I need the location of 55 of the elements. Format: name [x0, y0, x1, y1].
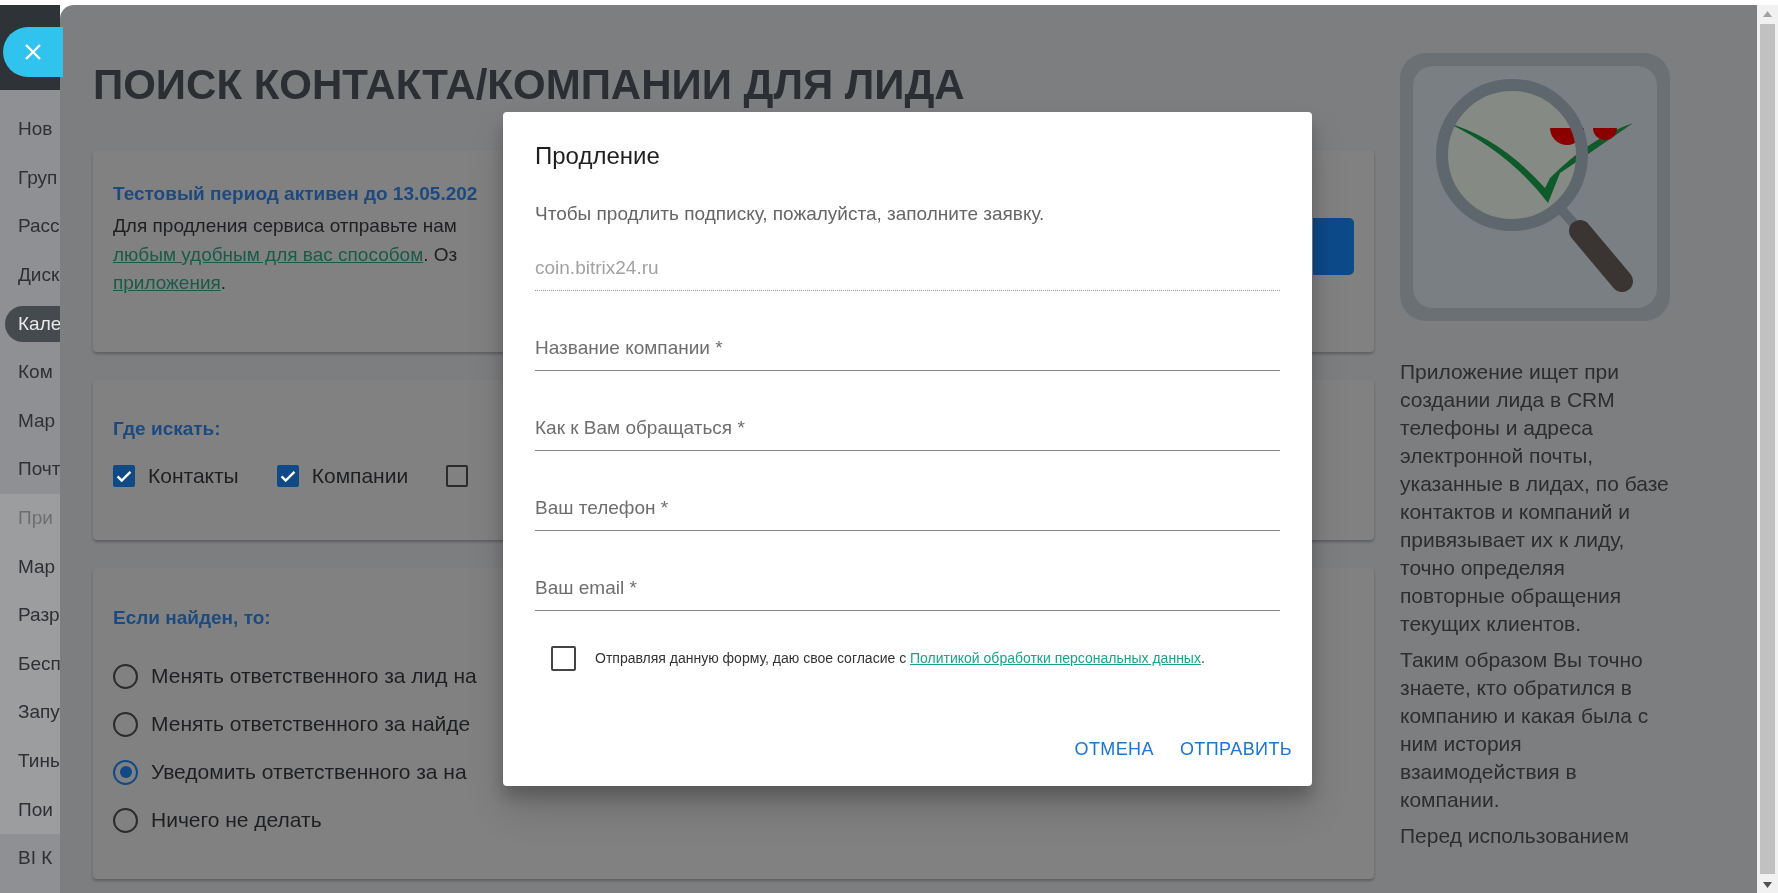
close-icon: [24, 43, 42, 61]
sidebar-item[interactable]: Кале: [5, 305, 60, 342]
page-title: ПОИСК КОНТАКТА/КОМПАНИИ ДЛЯ ЛИДА: [93, 60, 966, 110]
radio-button[interactable]: [113, 759, 138, 785]
sidebar-item[interactable]: Почт: [18, 458, 60, 481]
sidebar-item[interactable]: Диск: [18, 264, 60, 287]
sidebar-item[interactable]: Ком: [18, 361, 53, 384]
checkbox[interactable]: [446, 465, 469, 487]
close-button[interactable]: [3, 27, 63, 77]
sidebar-item[interactable]: Тинь: [18, 750, 60, 772]
checkbox-label: Контакты: [148, 464, 239, 488]
radio-label: Ничего не делать: [151, 808, 322, 832]
radio-label: Уведомить ответственного за на: [151, 760, 467, 784]
description-text: Перед использованием: [1400, 823, 1630, 849]
checkbox[interactable]: [276, 465, 299, 487]
checkbox-label: Компании: [311, 464, 409, 488]
notice-text: Для продления сервиса отправьте нам: [113, 214, 458, 238]
link[interactable]: приложения: [113, 272, 221, 293]
checkbox[interactable]: [113, 465, 135, 487]
sidebar-item[interactable]: Мар: [18, 409, 56, 432]
checkbox[interactable]: [551, 645, 576, 671]
dialog-button[interactable]: ОТМЕНА: [1066, 729, 1162, 769]
scroll-down-icon[interactable]: [1763, 881, 1772, 888]
input-field[interactable]: Ваш телефон *: [535, 493, 1280, 531]
radio-label: Менять ответственного за найде: [151, 712, 471, 736]
input-field[interactable]: Ваш email *: [535, 573, 1280, 611]
sidebar-item[interactable]: Запу: [18, 701, 60, 724]
dialog-subtitle: Чтобы продлить подписку, пожалуйста, заполните заявку.: [535, 202, 1046, 226]
sidebar-item[interactable]: Разр: [18, 604, 60, 627]
dialog-title: Продление: [535, 141, 661, 171]
radio-button[interactable]: [113, 663, 138, 689]
link[interactable]: Политикой обработки персональных данных: [910, 650, 1201, 666]
input-field[interactable]: Название компании *: [535, 333, 1280, 371]
sidebar-item[interactable]: Бесп: [18, 652, 60, 675]
radio-label: Менять ответственного за лид на: [151, 664, 477, 688]
dialog-button[interactable]: ОТПРАВИТЬ: [1171, 729, 1300, 769]
card-title: Если найден, то:: [113, 606, 271, 630]
notice-text: приложения.: [113, 271, 228, 295]
card-title: Тестовый период активен до 13.05.202: [113, 182, 478, 206]
sidebar-item[interactable]: BI К: [18, 847, 53, 870]
link[interactable]: любым удобным для вас способом: [113, 243, 424, 265]
consent-text: Отправляя данную форму, даю свое согласие с Политикой обработки персональных данных.: [595, 650, 1205, 666]
sidebar-item[interactable]: Нов: [18, 118, 53, 141]
sidebar-item[interactable]: Мар: [18, 555, 56, 578]
description-text: Таким образом Вы точно знаете, кто обратился в компанию и какая была с ним история взаимодействия в компании.: [1400, 647, 1650, 813]
card-title: Где искать:: [113, 417, 221, 441]
sidebar-item[interactable]: Расс: [18, 215, 60, 238]
radio-button[interactable]: [113, 711, 138, 737]
sidebar-item[interactable]: Груп: [18, 166, 58, 189]
description-text: Приложение ищет при создании лида в CRM телефоны и адреса электронной почты, указанные в лидах, по базе контактов и компаний и привязывает их к лиду, точно определяя повторные обращения текущих клиентов.: [1400, 359, 1670, 637]
scroll-up-icon[interactable]: [1763, 10, 1772, 17]
radio-button[interactable]: [113, 807, 138, 833]
sidebar-item[interactable]: Пои: [18, 798, 53, 821]
input-field[interactable]: Как к Вам обращаться *: [535, 413, 1280, 451]
notice-text: любым удобным для вас способом. Оз: [113, 242, 459, 267]
